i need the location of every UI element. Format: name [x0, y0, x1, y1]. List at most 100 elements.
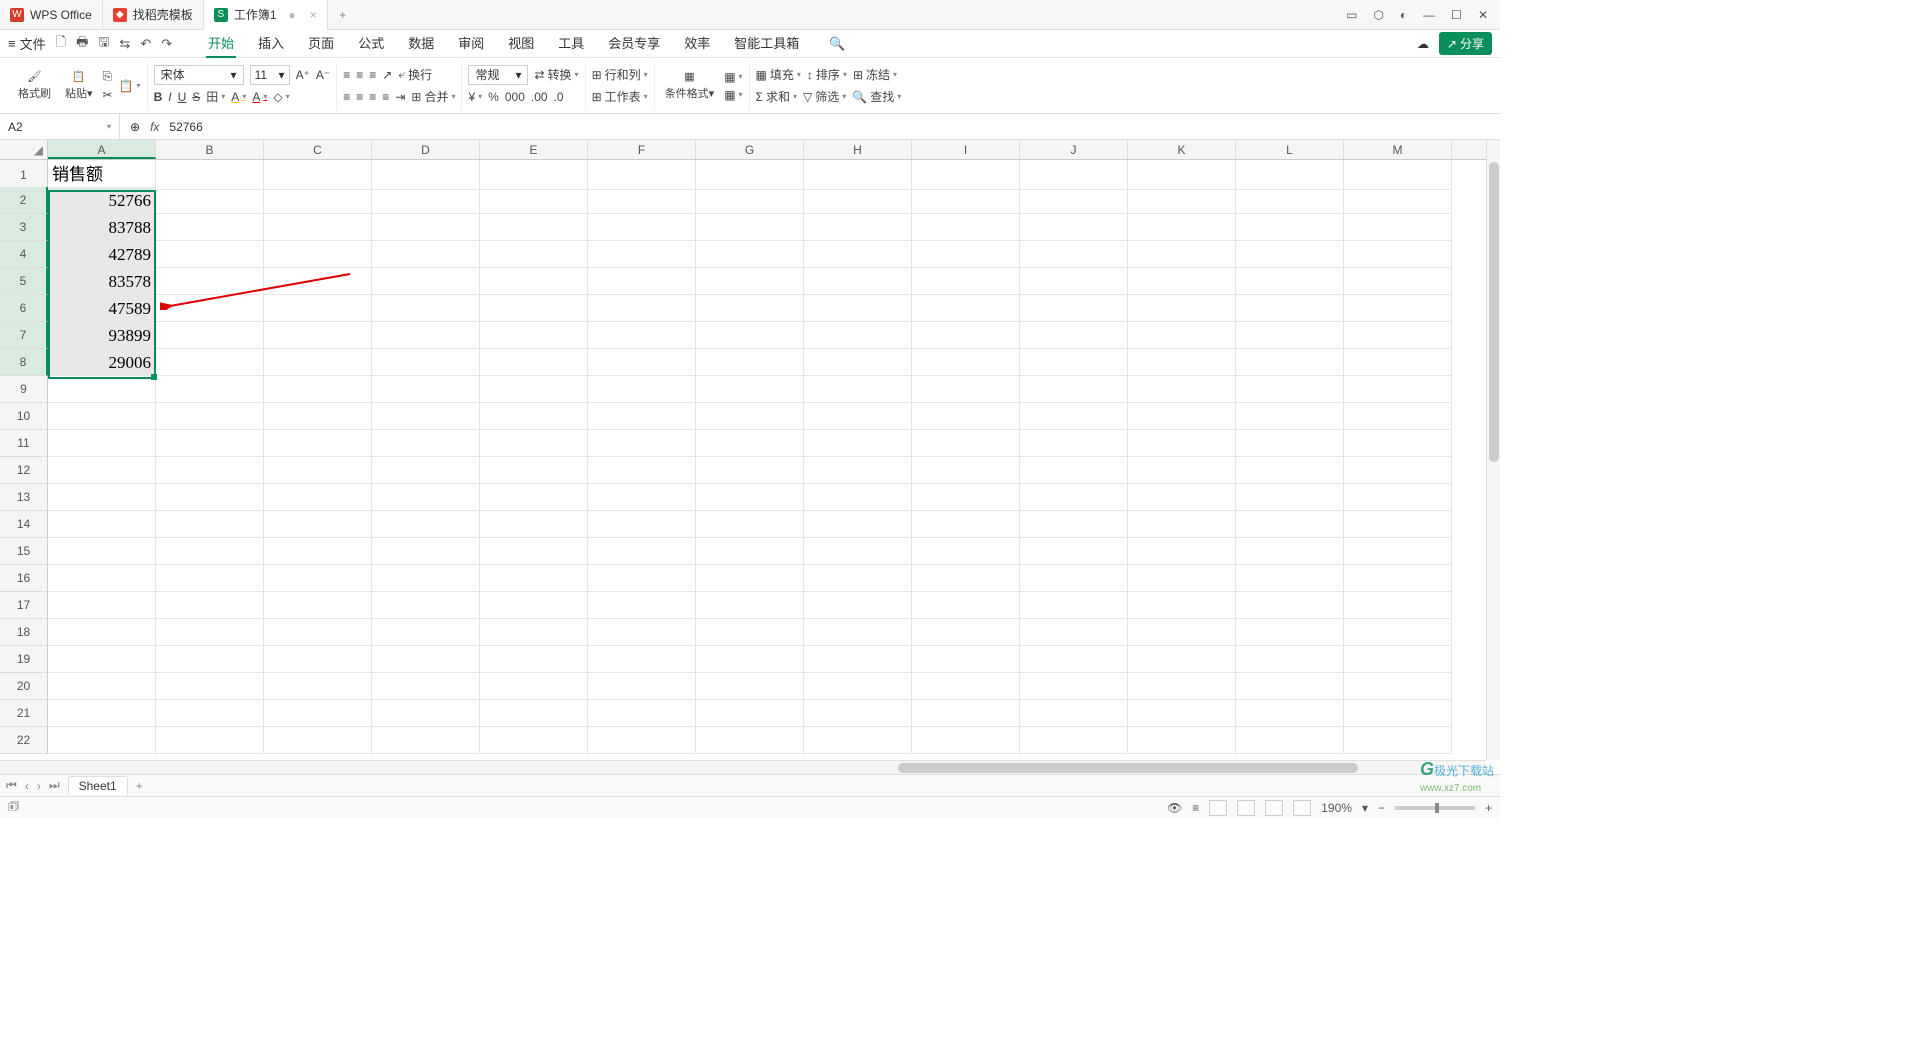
cell[interactable]: [912, 700, 1020, 727]
name-box[interactable]: A2 ▾: [0, 114, 120, 139]
print-icon[interactable]: 🖶: [76, 33, 88, 55]
cell[interactable]: [1344, 727, 1452, 754]
cell[interactable]: [588, 457, 696, 484]
cell[interactable]: [264, 673, 372, 700]
cell[interactable]: [1236, 538, 1344, 565]
conditional-format-button[interactable]: ▦条件格式▾: [661, 70, 719, 101]
cut-button[interactable]: ✂: [103, 88, 113, 102]
column-header[interactable]: M: [1344, 140, 1452, 159]
view-normal-button[interactable]: [1209, 800, 1227, 816]
row-header[interactable]: 15: [0, 538, 48, 565]
strike-button[interactable]: S: [192, 90, 200, 104]
cell[interactable]: [372, 673, 480, 700]
avatar-icon[interactable]: ◐: [1400, 8, 1407, 22]
cell[interactable]: [1344, 403, 1452, 430]
cell[interactable]: [696, 700, 804, 727]
maximize-button[interactable]: ☐: [1451, 8, 1462, 22]
cell[interactable]: [912, 619, 1020, 646]
align-middle-button[interactable]: ≡: [356, 68, 363, 82]
cell[interactable]: [588, 700, 696, 727]
cell[interactable]: [48, 403, 156, 430]
cell[interactable]: [1236, 457, 1344, 484]
cell[interactable]: [912, 727, 1020, 754]
cell[interactable]: [1128, 457, 1236, 484]
cell[interactable]: [804, 727, 912, 754]
cell[interactable]: [156, 673, 264, 700]
cell[interactable]: [1344, 511, 1452, 538]
column-header[interactable]: B: [156, 140, 264, 159]
cell[interactable]: [264, 646, 372, 673]
decrease-decimal-button[interactable]: .0: [554, 90, 564, 104]
cell[interactable]: [804, 214, 912, 241]
cell[interactable]: [588, 592, 696, 619]
cell[interactable]: [264, 322, 372, 349]
cell[interactable]: [480, 322, 588, 349]
cell[interactable]: [1128, 403, 1236, 430]
cell[interactable]: [588, 565, 696, 592]
indent-button[interactable]: ⇥: [395, 90, 405, 104]
fill-color-button[interactable]: A▾: [231, 90, 246, 104]
shrink-font-button[interactable]: A⁻: [316, 68, 330, 82]
undo-button[interactable]: ↶: [140, 36, 151, 52]
cell[interactable]: [588, 727, 696, 754]
cell[interactable]: [1344, 214, 1452, 241]
cell[interactable]: [480, 403, 588, 430]
cell[interactable]: [480, 700, 588, 727]
tab-data[interactable]: 数据: [406, 29, 436, 58]
cell[interactable]: [372, 295, 480, 322]
cell[interactable]: [1344, 565, 1452, 592]
cell[interactable]: [804, 646, 912, 673]
cell[interactable]: [264, 403, 372, 430]
cell[interactable]: [264, 538, 372, 565]
sum-button[interactable]: Σ求和▾: [756, 88, 797, 105]
cell[interactable]: [696, 214, 804, 241]
align-center-button[interactable]: ≡: [356, 90, 363, 104]
cell[interactable]: [1128, 727, 1236, 754]
underline-button[interactable]: U: [178, 90, 187, 104]
cell[interactable]: [1020, 646, 1128, 673]
freeze-button[interactable]: ⊞冻结▾: [853, 66, 897, 83]
column-header[interactable]: D: [372, 140, 480, 159]
cell[interactable]: [372, 322, 480, 349]
cell[interactable]: [156, 592, 264, 619]
cell[interactable]: [1344, 700, 1452, 727]
cell[interactable]: [480, 295, 588, 322]
cell[interactable]: [912, 187, 1020, 214]
cell[interactable]: [912, 403, 1020, 430]
worksheet-button[interactable]: ⊞工作表▾: [592, 88, 648, 105]
cell[interactable]: [48, 700, 156, 727]
cell[interactable]: [696, 457, 804, 484]
cell[interactable]: [588, 403, 696, 430]
cell[interactable]: [480, 457, 588, 484]
cell[interactable]: [588, 538, 696, 565]
cell[interactable]: [480, 268, 588, 295]
cell[interactable]: [264, 295, 372, 322]
cell[interactable]: [480, 187, 588, 214]
cell[interactable]: [1020, 673, 1128, 700]
cell[interactable]: [1344, 457, 1452, 484]
cell[interactable]: [1128, 160, 1236, 190]
cell[interactable]: [1020, 727, 1128, 754]
cell[interactable]: [480, 349, 588, 376]
cell[interactable]: [372, 214, 480, 241]
cell[interactable]: [804, 700, 912, 727]
cell[interactable]: [588, 214, 696, 241]
cell[interactable]: [696, 673, 804, 700]
cell[interactable]: [1020, 295, 1128, 322]
cell[interactable]: [156, 187, 264, 214]
cell[interactable]: [912, 646, 1020, 673]
cell[interactable]: [1236, 214, 1344, 241]
cell[interactable]: [48, 565, 156, 592]
cell[interactable]: [1128, 511, 1236, 538]
cell[interactable]: [1236, 565, 1344, 592]
cell[interactable]: [588, 646, 696, 673]
cell[interactable]: [588, 376, 696, 403]
cell[interactable]: [1344, 322, 1452, 349]
zoom-out-button[interactable]: −: [1378, 801, 1385, 815]
cell[interactable]: [372, 403, 480, 430]
formula-input[interactable]: 52766: [169, 120, 202, 134]
cell[interactable]: [264, 241, 372, 268]
cell[interactable]: [804, 511, 912, 538]
cell[interactable]: [156, 700, 264, 727]
cell[interactable]: [1128, 700, 1236, 727]
